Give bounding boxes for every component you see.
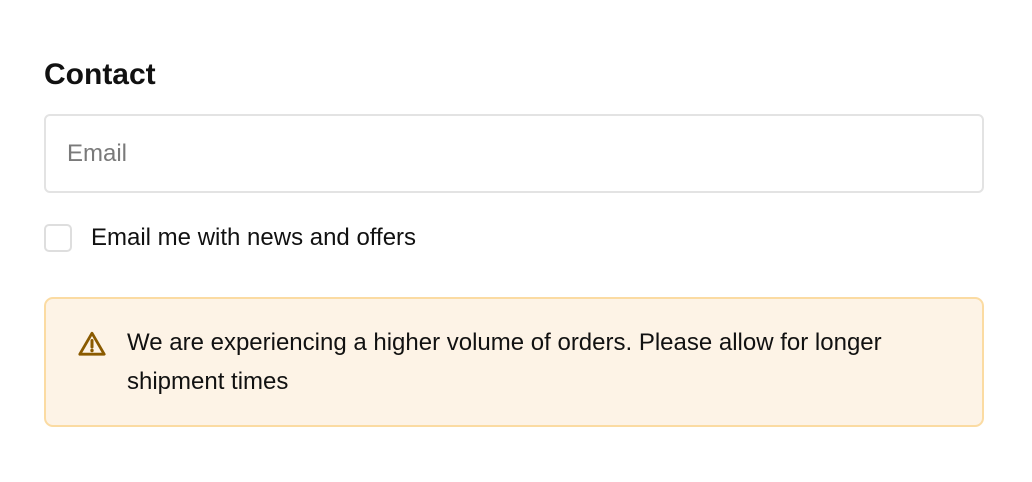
shipping-delay-notice: We are experiencing a higher volume of o… <box>44 297 984 427</box>
email-input[interactable] <box>44 114 984 193</box>
newsletter-option[interactable]: Email me with news and offers <box>44 222 416 254</box>
warning-triangle-icon <box>77 329 107 359</box>
newsletter-checkbox[interactable] <box>44 224 72 252</box>
section-title: Contact <box>44 58 156 91</box>
contact-section: Contact Email me with news and offers We… <box>44 55 984 427</box>
newsletter-checkbox-label: Email me with news and offers <box>91 224 417 251</box>
notice-message: We are experiencing a higher volume of o… <box>127 329 882 395</box>
